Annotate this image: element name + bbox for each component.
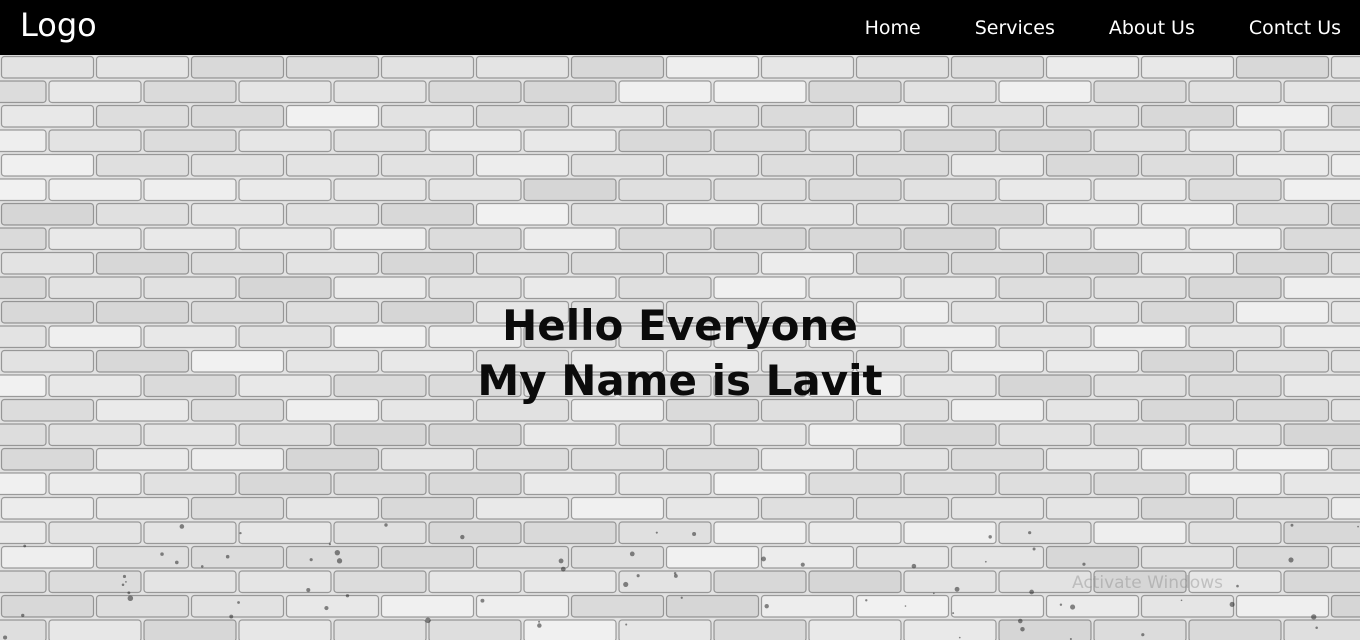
hero-line-greeting: Hello Everyone: [502, 301, 858, 350]
logo[interactable]: Logo: [20, 5, 97, 45]
hero-line-name: My Name is Lavit: [477, 356, 883, 405]
nav-links: Home Services About Us Contct Us: [865, 0, 1341, 55]
hero-heading: Hello Everyone My Name is Lavit: [0, 298, 1360, 408]
nav-contact-link[interactable]: Contct Us: [1249, 17, 1341, 39]
activate-windows-watermark: Activate Windows: [1072, 573, 1223, 593]
nav-services-link[interactable]: Services: [975, 17, 1055, 39]
hero-section: Hello Everyone My Name is Lavit Activate…: [0, 55, 1360, 640]
top-navbar: Logo Home Services About Us Contct Us: [0, 0, 1360, 55]
nav-home-link[interactable]: Home: [865, 17, 921, 39]
nav-about-link[interactable]: About Us: [1109, 17, 1195, 39]
